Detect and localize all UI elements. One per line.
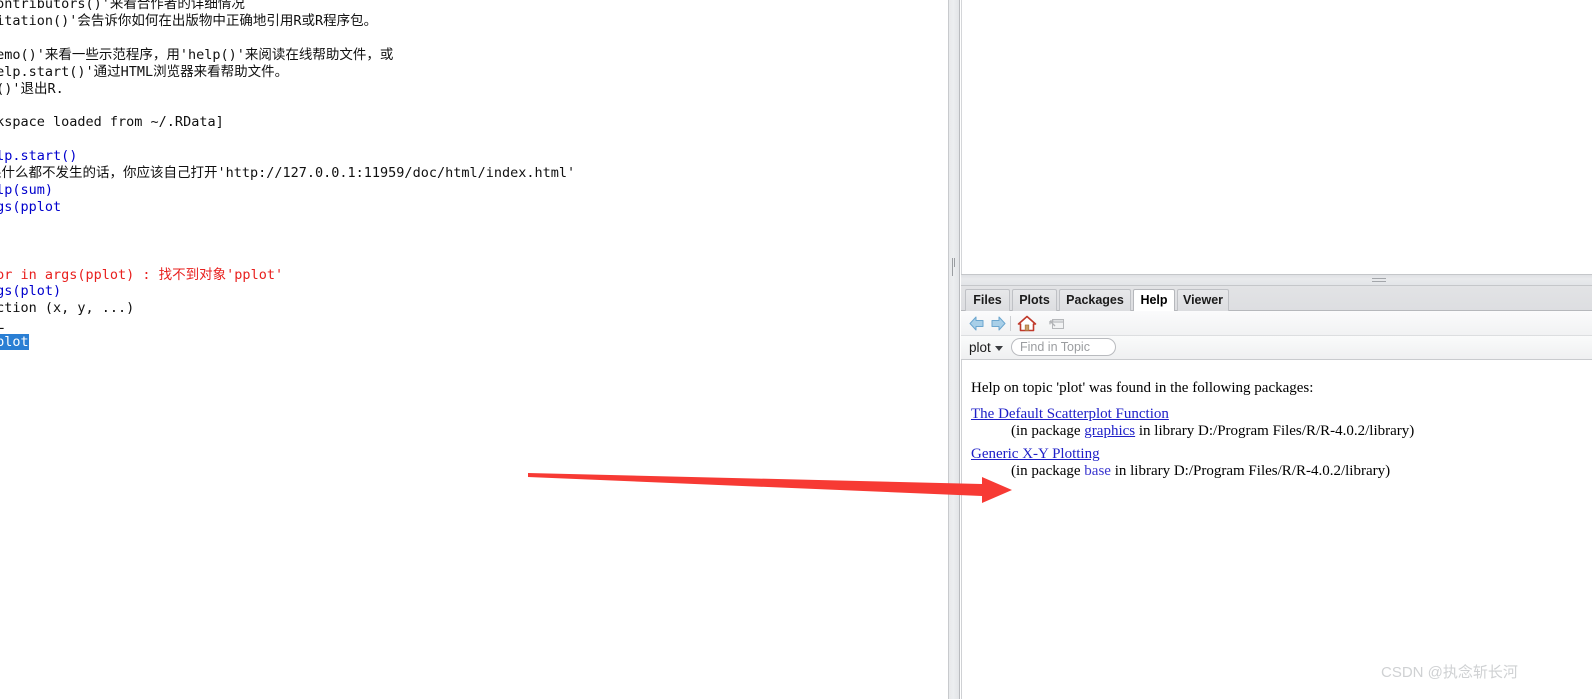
help-result-package-row: (in package base in library D:/Program F…: [1011, 463, 1390, 480]
console-line: contributors()'来看合作者的详细情况: [0, 0, 575, 13]
help-search-row: plot Find in Topic: [961, 336, 1592, 360]
help-result-package-link[interactable]: graphics: [1084, 423, 1135, 439]
help-intro-text: Help on topic 'plot' was found in the fo…: [971, 380, 1314, 396]
home-icon[interactable]: [1017, 314, 1037, 333]
console-line: elp(sum): [0, 182, 575, 199]
console-text: contributors()'来看合作者的详细情况: [0, 0, 245, 12]
back-button[interactable]: [967, 314, 987, 333]
console-line: rgs(plot): [0, 283, 575, 300]
console-line: help.start()'通过HTML浏览器来看帮助文件。: [0, 64, 575, 81]
console-text: elp.start(): [0, 148, 78, 165]
topic-dropdown[interactable]: plot: [969, 338, 1003, 358]
tab-files[interactable]: Files: [965, 289, 1010, 311]
tab-label: Packages: [1066, 293, 1124, 307]
console-line: ?plot: [0, 334, 575, 351]
tab-packages[interactable]: Packages: [1059, 289, 1131, 311]
console-text: help.start()'通过HTML浏览器来看帮助文件。: [0, 63, 289, 80]
console-text: LL: [0, 317, 5, 334]
help-result-title-link[interactable]: The Default Scatterplot Function: [971, 406, 1169, 423]
tab-plots[interactable]: Plots: [1012, 289, 1057, 311]
tab-label: Files: [973, 293, 1002, 307]
tab-label: Help: [1140, 293, 1168, 307]
console-line: citation()'会告诉你如何在出版物中正确地引用R或R程序包。: [0, 13, 575, 30]
upper-right-pane: [961, 0, 1592, 274]
find-in-topic-input[interactable]: Find in Topic: [1011, 338, 1116, 356]
console-text: nction (x, y, ...): [0, 300, 135, 317]
toolbar-separator: [1010, 316, 1011, 331]
topic-dropdown-label: plot: [969, 340, 991, 355]
chevron-down-icon: [994, 345, 1003, 351]
horizontal-splitter[interactable]: [961, 274, 1592, 286]
help-result-title-row: The Default Scatterplot Function: [971, 406, 1414, 423]
watermark: CSDN @执念斩长河: [1381, 664, 1518, 681]
console-text: elp(sum): [0, 181, 54, 198]
help-result-item: Generic X-Y Plotting (in package base in …: [971, 446, 1390, 480]
console-line: nction (x, y, ...): [0, 300, 575, 317]
help-result-prefix: (in package: [1011, 423, 1085, 439]
console-line: ror in args(pplot) : 找不到对象'pplot': [0, 267, 575, 284]
console-pane[interactable]: contributors()'来看合作者的详细情况 citation()'会告诉你…: [0, 0, 948, 699]
forward-button[interactable]: [988, 314, 1008, 333]
console-line: rgs(pplot: [0, 199, 575, 216]
vertical-splitter-grip[interactable]: [952, 258, 957, 276]
vertical-splitter[interactable]: [948, 0, 960, 699]
help-pane: Files Plots Packages Help Viewer plot Fi…: [961, 286, 1592, 699]
help-result-suffix: in library D:/Program Files/R/R-4.0.2/li…: [1110, 463, 1391, 479]
tab-label: Viewer: [1182, 293, 1224, 307]
console-text: rgs(pplot: [0, 198, 62, 215]
show-in-new-window-icon[interactable]: [1047, 314, 1067, 333]
console-text: demo()'来看一些示范程序，用'help()'来阅读在线帮助文件，或: [0, 46, 394, 63]
help-result-title-link[interactable]: Generic X-Y Plotting: [971, 446, 1100, 463]
help-result-package-row: (in package graphics in library D:/Progr…: [1011, 423, 1414, 440]
console-line: rkspace loaded from ~/.RData]: [0, 114, 575, 131]
console-text: 果什么都不发生的话，你应该自己打开'http://127.0.0.1:11959…: [0, 165, 576, 182]
console-text: citation()'会告诉你如何在出版物中正确地引用R或R程序包。: [0, 12, 378, 29]
console-line: demo()'来看一些示范程序，用'help()'来阅读在线帮助文件，或: [0, 47, 575, 64]
console-text: rkspace loaded from ~/.RData]: [0, 114, 224, 131]
console-text: q()'退出R.: [0, 80, 64, 97]
console-line: q()'退出R.: [0, 81, 575, 98]
console-line: 果什么都不发生的话，你应该自己打开'http://127.0.0.1:11959…: [0, 165, 575, 182]
help-toolbar: [961, 311, 1592, 336]
horizontal-splitter-grip[interactable]: [1372, 278, 1386, 283]
console-text: ?plot: [0, 334, 29, 351]
console-line: elp.start(): [0, 148, 575, 165]
console-text: ror in args(pplot) : 找不到对象'pplot': [0, 266, 284, 283]
help-pane-tabbar: Files Plots Packages Help Viewer: [961, 286, 1592, 312]
console-line: LL: [0, 317, 575, 334]
console-output: contributors()'来看合作者的详细情况 citation()'会告诉你…: [0, 0, 575, 351]
help-result-suffix: in library D:/Program Files/R/R-4.0.2/li…: [1135, 423, 1415, 439]
help-content: Help on topic 'plot' was found in the fo…: [961, 360, 1592, 699]
help-result-title-row: Generic X-Y Plotting: [971, 446, 1390, 463]
tab-label: Plots: [1019, 293, 1050, 307]
tab-help[interactable]: Help: [1133, 289, 1175, 312]
help-result-prefix: (in package: [1011, 463, 1085, 479]
help-result-package-link[interactable]: base: [1084, 463, 1111, 479]
tab-viewer[interactable]: Viewer: [1177, 289, 1229, 311]
console-text: rgs(plot): [0, 283, 62, 300]
help-result-item: The Default Scatterplot Function (in pack…: [971, 406, 1414, 440]
find-in-topic-placeholder: Find in Topic: [1020, 340, 1090, 354]
